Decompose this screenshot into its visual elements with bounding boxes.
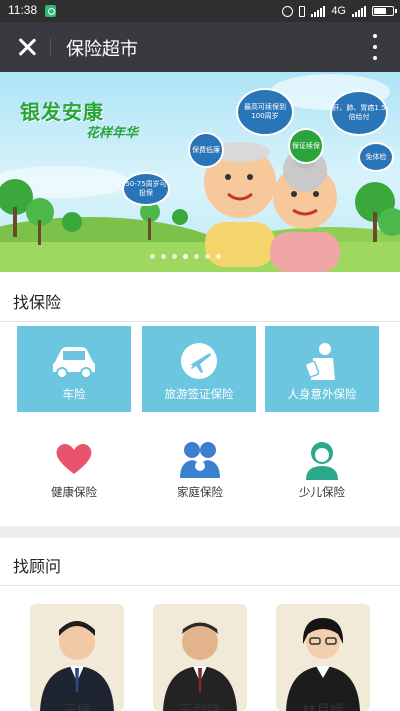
vibrate-icon [299,5,306,17]
banner-bubble-2: 肝、肺、胃癌1.5倍给付 [330,90,388,136]
family-icon [180,442,220,478]
car-icon [53,347,95,378]
promo-banner[interactable]: 银发安康 花样年华 最高可续保到100周岁 肝、肺、胃癌1.5倍给付 保费低廉 … [0,72,400,272]
injured-person-icon [305,343,335,380]
title-bar: 保险超市 [0,22,400,72]
child-icon [306,442,338,480]
shield-icon [45,5,56,17]
advisor-avatar [40,621,114,711]
carousel-dots[interactable] [150,254,221,259]
health-insurance-item[interactable]: 健康保险 [14,440,134,510]
network-type: 4G [331,5,346,17]
status-indicators: 4G [282,2,397,20]
travel-visa-insurance-label: 旅游签证保险 [164,387,234,401]
family-insurance-item[interactable]: 家庭保险 [140,440,260,510]
find-advisor-title: 找顾问 [13,557,62,576]
banner-bubble-1: 最高可续保到100周岁 [236,88,294,136]
advisor-name-3: 林月娥 [302,703,344,711]
title-divider [50,38,51,56]
accident-insurance-tile[interactable]: 人身意外保险 [265,326,379,412]
banner-bubble-5: 免体检 [358,142,394,172]
signal-icon [311,5,326,17]
status-bar: 11:38 4G [0,0,400,22]
advisor-name-2: 王剑锋 [179,703,221,711]
advisor-avatar [163,622,237,711]
health-insurance-label: 健康保险 [51,485,97,499]
close-icon[interactable] [16,36,38,58]
status-time: 11:38 [8,3,38,17]
banner-title: 银发安康 [20,100,104,124]
banner-bubble-3: 保费低廉 [188,132,224,168]
child-insurance-label: 少儿保险 [299,485,345,499]
car-insurance-label: 车险 [62,387,86,401]
section-gap [0,526,400,538]
child-insurance-item[interactable]: 少儿保险 [262,440,382,510]
heart-icon [56,444,92,474]
advisor-avatar [286,618,360,711]
advisor-name-1: 王健 [63,703,91,711]
find-advisor-header: 找顾问 [0,540,400,586]
travel-visa-insurance-tile[interactable]: 旅游签证保险 [142,326,256,412]
signal-2-icon [352,5,366,17]
car-insurance-tile[interactable]: 车险 [17,326,131,412]
alarm-icon [282,5,294,17]
banner-bubble-4: 保证续保 [288,128,324,164]
page-title: 保险超市 [66,39,138,60]
advisor-card-3[interactable]: 林月娥 [276,604,370,711]
advisor-card-1[interactable]: 王健 [30,604,124,711]
advisor-card-2[interactable]: 王剑锋 [153,604,247,711]
more-menu-icon[interactable] [372,34,378,60]
battery-icon [372,6,397,16]
banner-subtitle: 花样年华 [86,126,139,141]
family-insurance-label: 家庭保险 [177,485,223,499]
airplane-icon [181,343,217,379]
find-insurance-title: 找保险 [13,293,62,312]
find-insurance-header: 找保险 [0,276,400,322]
accident-insurance-label: 人身意外保险 [287,387,357,401]
banner-bubble-6: 50-75周岁可投保 [122,172,170,206]
